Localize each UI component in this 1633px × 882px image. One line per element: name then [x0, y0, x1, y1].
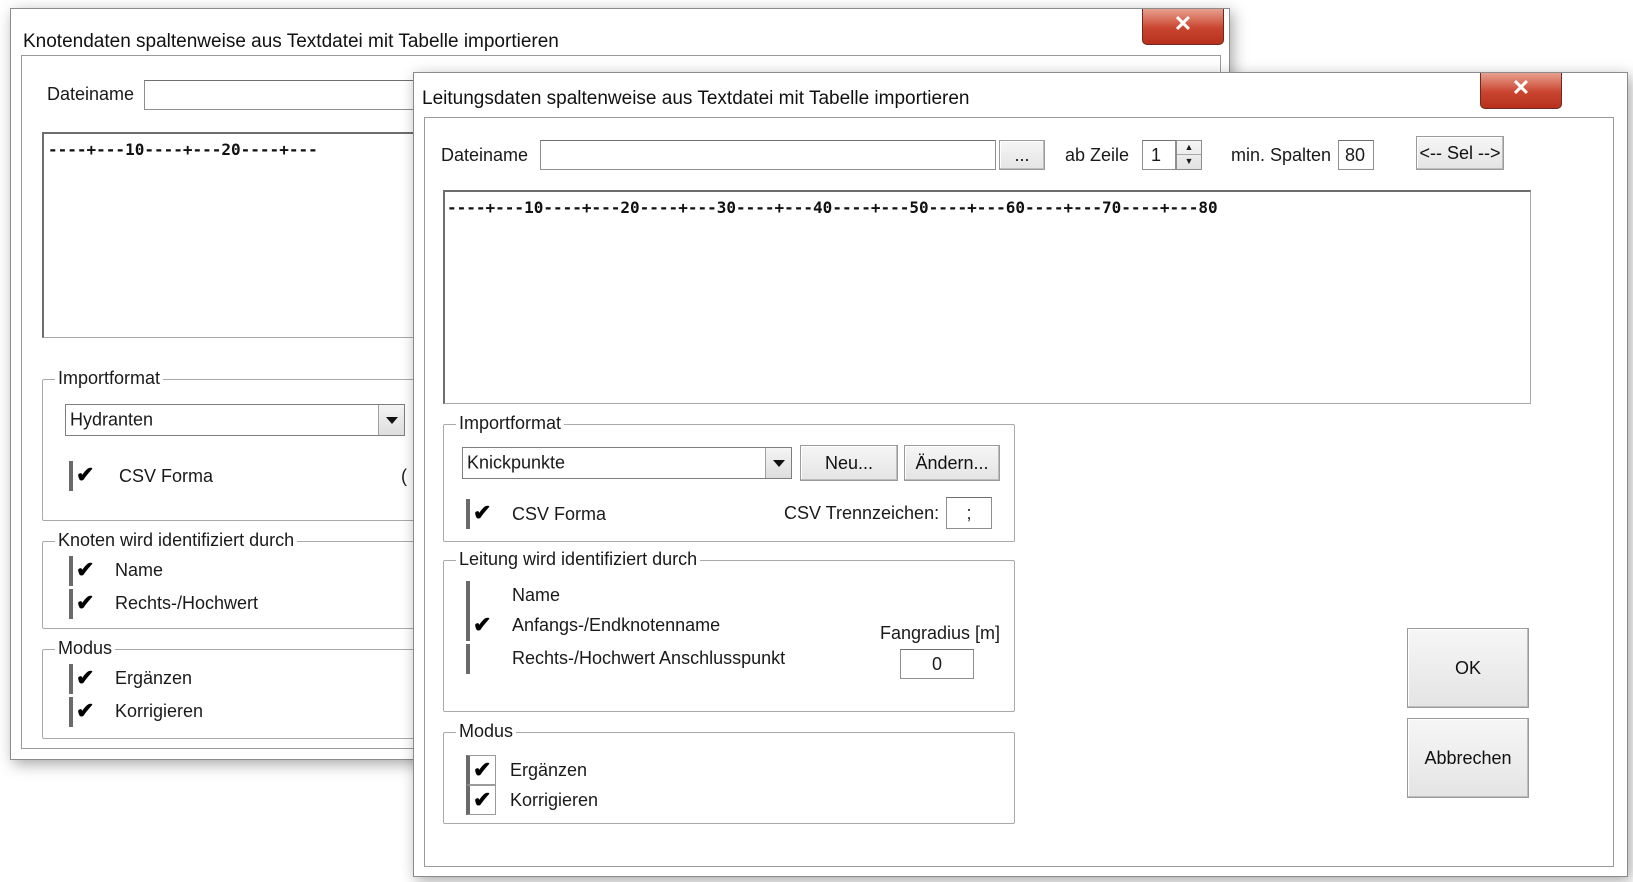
front-ergaenzen-label: Ergänzen [510, 760, 588, 780]
front-column-ruler: ----+---10----+---20----+---30----+---40… [447, 198, 1218, 217]
back-name-checkbox[interactable]: ✔ [69, 556, 99, 586]
front-format-selected: Knickpunkte [467, 452, 566, 473]
check-icon: ✔ [76, 665, 95, 690]
check-icon: ✔ [76, 462, 95, 487]
front-anschluss-checkbox[interactable] [466, 644, 496, 674]
front-ab-zeile-input[interactable]: 1 [1142, 140, 1176, 170]
front-csv-separator-label: CSV Trennzeichen: [784, 503, 940, 523]
front-anschluss-label: Rechts-/Hochwert Anschlusspunkt [512, 648, 786, 668]
front-importformat-title: Importformat [456, 413, 565, 434]
check-icon: ✔ [76, 698, 95, 723]
back-csv-label: CSV Forma [119, 466, 214, 486]
front-dialog-window: Leitungsdaten spaltenweise aus Textdatei… [413, 72, 1628, 877]
front-min-spalten-input[interactable]: 80 [1338, 140, 1374, 170]
cancel-button[interactable]: Abbrechen [1407, 718, 1529, 798]
back-close-button[interactable]: ✕ [1142, 9, 1224, 45]
front-filename-label: Dateiname [441, 145, 529, 165]
back-korrigieren-checkbox[interactable]: ✔ [69, 697, 99, 727]
back-format-selected: Hydranten [70, 409, 154, 430]
check-icon: ✔ [473, 612, 492, 637]
front-ergaenzen-checkbox[interactable]: ✔ [466, 755, 496, 785]
front-ab-zeile-label: ab Zeile [1065, 145, 1130, 165]
back-format-dropdown[interactable]: Hydranten [65, 404, 405, 436]
front-fangradius-label: Fangradius [m] [880, 623, 1001, 643]
check-icon: ✔ [76, 557, 95, 582]
front-dialog-titlebar[interactable]: Leitungsdaten spaltenweise aus Textdatei… [414, 73, 1627, 121]
check-icon: ✔ [473, 787, 492, 812]
front-modus-group: Modus ✔ Ergänzen ✔ Korrigieren [443, 721, 1015, 824]
back-rechts-checkbox[interactable]: ✔ [69, 589, 99, 619]
front-min-spalten-label: min. Spalten [1231, 145, 1332, 165]
spin-up-icon[interactable]: ▲ [1177, 141, 1201, 155]
front-csv-separator-input[interactable]: ; [946, 497, 992, 529]
front-sel-button[interactable]: <-- Sel --> [1416, 136, 1504, 170]
front-endknoten-checkbox[interactable]: ✔ [466, 611, 496, 641]
back-korrigieren-label: Korrigieren [115, 701, 204, 721]
front-name-label: Name [512, 585, 561, 605]
front-dialog-client: Dateiname ... ab Zeile 1 ▲ ▼ min. Spalte… [424, 117, 1614, 867]
front-importformat-group: Importformat Knickpunkte Neu... Ändern..… [443, 413, 1015, 542]
front-name-checkbox[interactable] [466, 581, 496, 611]
back-name-label: Name [115, 560, 164, 580]
chevron-down-icon[interactable] [378, 405, 404, 435]
front-identified-title: Leitung wird identifiziert durch [456, 549, 701, 570]
check-icon: ✔ [473, 500, 492, 525]
front-fangradius-input[interactable]: 0 [900, 649, 974, 679]
front-ab-zeile-spinner[interactable]: ▲ ▼ [1176, 140, 1202, 170]
back-identified-title: Knoten wird identifiziert durch [55, 530, 298, 551]
front-dialog-title: Leitungsdaten spaltenweise aus Textdatei… [422, 88, 970, 109]
back-importformat-title: Importformat [55, 368, 164, 389]
back-rechts-label: Rechts-/Hochwert [115, 593, 259, 613]
front-korrigieren-checkbox[interactable]: ✔ [466, 785, 496, 815]
front-endknoten-label: Anfangs-/Endknotenname [512, 615, 721, 635]
front-browse-button[interactable]: ... [999, 140, 1045, 170]
check-icon: ✔ [473, 757, 492, 782]
back-modus-title: Modus [55, 638, 116, 659]
check-icon: ✔ [76, 590, 95, 615]
front-korrigieren-label: Korrigieren [510, 790, 599, 810]
chevron-down-icon[interactable] [765, 448, 791, 478]
front-file-preview[interactable]: ----+---10----+---20----+---30----+---40… [443, 190, 1531, 404]
back-filename-label: Dateiname [47, 84, 135, 104]
back-dialog-titlebar[interactable]: Knotendaten spaltenweise aus Textdatei m… [11, 9, 1229, 57]
back-stray-char: ( [401, 466, 407, 486]
front-aendern-button[interactable]: Ändern... [904, 445, 1000, 481]
front-identified-group: Leitung wird identifiziert durch Name ✔ … [443, 549, 1015, 712]
front-filename-input[interactable] [540, 140, 996, 170]
spin-down-icon[interactable]: ▼ [1177, 155, 1201, 169]
back-dialog-title: Knotendaten spaltenweise aus Textdatei m… [23, 31, 559, 52]
front-close-button[interactable]: ✕ [1480, 73, 1562, 109]
back-column-ruler: ----+---10----+---20----+--- [48, 140, 318, 159]
front-format-dropdown[interactable]: Knickpunkte [462, 447, 792, 479]
ok-button[interactable]: OK [1407, 628, 1529, 708]
back-ergaenzen-checkbox[interactable]: ✔ [69, 664, 99, 694]
back-ergaenzen-label: Ergänzen [115, 668, 193, 688]
back-csv-checkbox[interactable]: ✔ [69, 461, 99, 491]
front-neu-button[interactable]: Neu... [800, 445, 898, 481]
front-csv-checkbox[interactable]: ✔ [466, 499, 496, 529]
front-csv-label: CSV Forma [512, 504, 607, 524]
front-modus-title: Modus [456, 721, 517, 742]
